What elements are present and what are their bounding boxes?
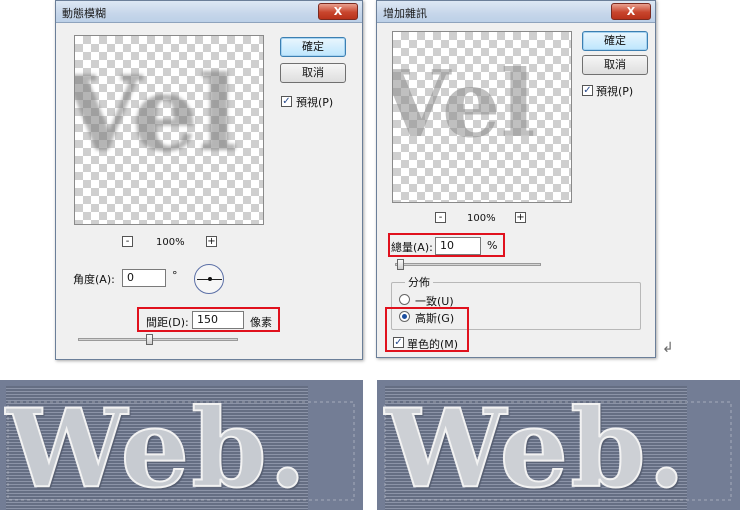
angle-dial[interactable]: [194, 264, 224, 294]
close-icon[interactable]: X: [627, 5, 635, 18]
preview-text: Vel: [74, 52, 238, 175]
motion-blur-dialog: 動態模糊 X Vel 確定 取消 ✓ 預視(P) - 100% + 角度(A):…: [55, 0, 363, 360]
ok-button[interactable]: 確定: [280, 37, 346, 57]
dialog-title: 動態模糊: [62, 7, 106, 20]
amount-slider-thumb[interactable]: [397, 259, 404, 270]
angle-unit: °: [172, 269, 178, 282]
preview-pane[interactable]: Vel: [74, 35, 264, 225]
dialog-titlebar[interactable]: 增加雜訊 X: [377, 1, 655, 23]
cancel-button[interactable]: 取消: [280, 63, 346, 83]
distance-slider-thumb[interactable]: [146, 334, 153, 345]
zoom-level: 100%: [156, 237, 185, 248]
distribution-group-title: 分佈: [405, 274, 433, 290]
close-icon[interactable]: X: [334, 5, 342, 18]
distance-highlight: [137, 307, 280, 332]
dialog-titlebar[interactable]: 動態模糊 X: [56, 1, 362, 23]
preview-checkbox[interactable]: ✓: [281, 96, 292, 107]
preview-checkbox-label: 預視(P): [596, 85, 634, 98]
return-arrow-icon: ↲: [662, 340, 674, 356]
distance-slider-track[interactable]: [78, 338, 238, 341]
noise-options-highlight: [385, 307, 469, 352]
angle-dial-center: [208, 277, 212, 281]
preview-checkbox-label: 預視(P): [296, 96, 334, 109]
angle-label: 角度(A):: [73, 273, 115, 286]
amount-highlight: [388, 233, 505, 257]
add-noise-result: Web.: [377, 380, 740, 510]
selection-marquee: [384, 401, 732, 501]
zoom-out-button[interactable]: -: [122, 236, 133, 247]
ok-button[interactable]: 確定: [582, 31, 648, 51]
add-noise-dialog: 增加雜訊 X Vel 確定 取消 ✓ 預視(P) - 100% + 總量(A):…: [376, 0, 656, 358]
angle-input[interactable]: 0: [122, 269, 166, 287]
close-button[interactable]: X: [318, 3, 358, 20]
selection-marquee: [7, 401, 355, 501]
zoom-in-button[interactable]: +: [515, 212, 526, 223]
motion-blur-result: Web.: [0, 380, 363, 510]
preview-checkbox[interactable]: ✓: [582, 85, 593, 96]
amount-slider-track[interactable]: [395, 263, 541, 266]
preview-pane[interactable]: Vel: [392, 31, 572, 203]
uniform-radio[interactable]: [399, 294, 410, 305]
dialog-title: 增加雜訊: [383, 7, 427, 20]
close-button[interactable]: X: [611, 3, 651, 20]
zoom-in-button[interactable]: +: [206, 236, 217, 247]
preview-text: Vel: [392, 50, 536, 158]
zoom-out-button[interactable]: -: [435, 212, 446, 223]
cancel-button[interactable]: 取消: [582, 55, 648, 75]
zoom-level: 100%: [467, 213, 496, 224]
